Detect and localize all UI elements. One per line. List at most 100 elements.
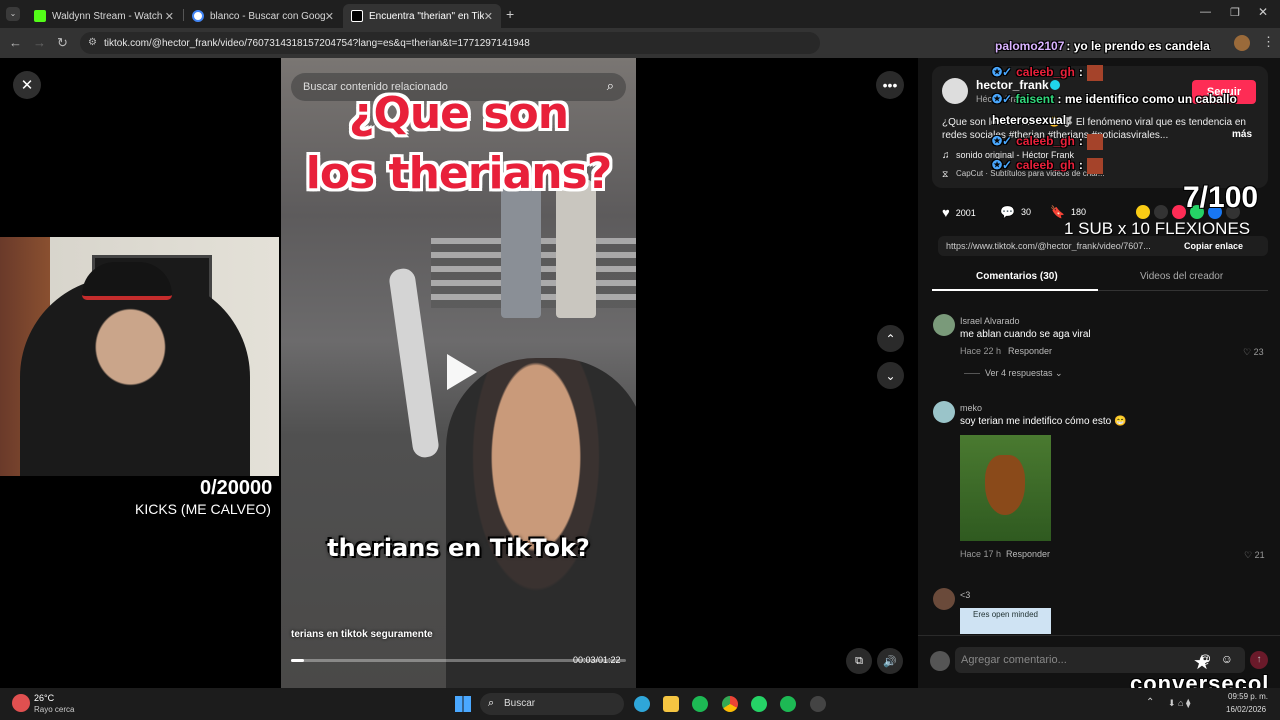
- close-window-icon[interactable]: ✕: [1258, 5, 1268, 19]
- clock-date[interactable]: 16/02/2026: [1226, 705, 1266, 714]
- post-comment-button[interactable]: ↑: [1250, 651, 1268, 669]
- comment-avatar[interactable]: [933, 401, 955, 423]
- edge-icon[interactable]: [634, 696, 650, 712]
- previous-video-button[interactable]: ⌃: [877, 325, 904, 352]
- chat-emote-icon: [1086, 65, 1103, 81]
- bookmark-icon: 🔖: [1050, 205, 1065, 219]
- kick-favicon-icon: [34, 10, 46, 22]
- chat-message: ✪✓ caleeb_gh :: [992, 134, 1103, 150]
- taskbar-search[interactable]: ⌕ Buscar: [480, 693, 624, 715]
- next-video-button[interactable]: ⌄: [877, 362, 904, 389]
- video-title-line-1: ¿Que son: [348, 88, 569, 139]
- comment-user[interactable]: <3: [960, 590, 970, 600]
- url-text: tiktok.com/@hector_frank/video/760731431…: [104, 37, 530, 49]
- reply-button[interactable]: Responder: [1006, 549, 1050, 559]
- comment-like-button[interactable]: ♡ 23: [1243, 347, 1264, 358]
- minimize-icon[interactable]: —: [1200, 6, 1211, 18]
- save-button[interactable]: 🔖 180: [1050, 205, 1086, 219]
- picture-in-picture-button[interactable]: ⧉: [846, 648, 872, 674]
- maximize-icon[interactable]: ❐: [1230, 6, 1240, 19]
- start-windows-icon[interactable]: [455, 696, 471, 712]
- browser-tab-bar: ⌄ Waldynn Stream - Watch Live o ✕ blanco…: [0, 0, 1280, 28]
- spotify-icon[interactable]: [692, 696, 708, 712]
- browser-menu-icon[interactable]: ⋮: [1262, 34, 1275, 50]
- comment-input-divider: [918, 635, 1280, 636]
- tab-close-icon[interactable]: ✕: [325, 10, 334, 23]
- video-player[interactable]: Buscar contenido relacionado ⌕ ¿Que son …: [281, 58, 636, 688]
- profile-avatar[interactable]: [1234, 35, 1250, 51]
- weather-icon[interactable]: [12, 694, 30, 712]
- file-explorer-icon[interactable]: [663, 696, 679, 712]
- play-icon[interactable]: [441, 350, 481, 394]
- comment-text: me ablan cuando se aga viral: [960, 329, 1091, 340]
- forward-arrow-icon[interactable]: →: [33, 35, 46, 50]
- tab-close-icon[interactable]: ✕: [484, 10, 493, 23]
- comment-time: Hace 22 h: [960, 346, 1002, 356]
- tab-google-search[interactable]: blanco - Buscar con Google ✕: [184, 4, 342, 28]
- replies-line: [964, 373, 980, 374]
- repost-icon[interactable]: [1136, 205, 1150, 219]
- share-url-text: https://www.tiktok.com/@hector_frank/vid…: [946, 241, 1151, 251]
- embed-icon[interactable]: [1154, 205, 1168, 219]
- like-count: 2001: [955, 207, 976, 218]
- tray-chevron-icon[interactable]: ⌃: [1146, 697, 1154, 708]
- creator-avatar[interactable]: [942, 78, 968, 104]
- chrome-icon[interactable]: [722, 696, 738, 712]
- webcam-cap: [82, 262, 172, 300]
- emoji-icon[interactable]: ☺: [1221, 652, 1233, 666]
- url-input[interactable]: ⚙ tiktok.com/@hector_frank/video/7607314…: [80, 32, 820, 54]
- comment-user[interactable]: Israel Alvarado: [960, 316, 1020, 326]
- heart-outline-icon: ♡: [1244, 550, 1255, 560]
- comment-user[interactable]: meko: [960, 403, 982, 413]
- chat-text: :: [1078, 134, 1083, 148]
- back-arrow-icon[interactable]: ←: [9, 35, 22, 50]
- comment-input-placeholder: Agregar comentario...: [961, 654, 1067, 666]
- tab-comments[interactable]: Comentarios (30): [976, 271, 1058, 282]
- whatsapp-icon[interactable]: [751, 696, 767, 712]
- comment-avatar[interactable]: [933, 314, 955, 336]
- weather-temp: 26°C: [34, 693, 55, 703]
- like-button[interactable]: ♥ 2001: [942, 205, 976, 220]
- copy-link-button[interactable]: Copiar enlace: [1184, 241, 1243, 251]
- tab-close-icon[interactable]: ✕: [165, 10, 174, 23]
- chat-badges-icon: ✪✓: [992, 158, 1013, 172]
- chat-badges-icon: ✪✓: [992, 134, 1013, 148]
- tray-icons[interactable]: ⬇ ⌂ ⧫: [1168, 698, 1190, 709]
- save-count: 180: [1070, 207, 1086, 217]
- comment-text: soy terian me indetifico cómo esto 😁: [960, 416, 1127, 427]
- close-video-button[interactable]: ✕: [13, 71, 41, 99]
- volume-button[interactable]: 🔊: [877, 648, 903, 674]
- clock-time[interactable]: 09:59 p. m.: [1228, 692, 1268, 701]
- kicks-goal-count: 0/20000: [200, 477, 273, 499]
- obs-icon[interactable]: [810, 696, 826, 712]
- active-tab-indicator: [932, 289, 1098, 291]
- video-caption: terians en tiktok seguramente: [291, 629, 433, 640]
- tab-tiktok-therian[interactable]: Encuentra "therian" en TikTok | É ✕: [343, 4, 501, 28]
- video-time: 00:03/01:22: [573, 655, 621, 665]
- more-options-button[interactable]: •••: [876, 71, 904, 99]
- comment-like-button[interactable]: ♡ 21: [1244, 550, 1265, 561]
- bird-shape: [985, 455, 1025, 515]
- webcam-streamer: [20, 277, 250, 476]
- video-person-silhouette: [501, 178, 541, 318]
- reload-icon[interactable]: ↻: [57, 35, 68, 51]
- tab-list-dropdown-icon[interactable]: ⌄: [6, 7, 20, 21]
- comment-time: Hace 17 h: [960, 549, 1002, 559]
- video-presenter: [446, 358, 636, 688]
- share-link-box: https://www.tiktok.com/@hector_frank/vid…: [938, 236, 1268, 256]
- chat-user: palomo2107: [995, 39, 1065, 53]
- comment-button[interactable]: 💬 30: [1000, 205, 1031, 219]
- comment-sticker[interactable]: Eres open minded: [960, 608, 1051, 634]
- tab-creator-videos[interactable]: Videos del creador: [1140, 271, 1223, 282]
- windows-taskbar: 26°C Rayo cerca ⌕ Buscar ⌃ ⬇ ⌂ ⧫ 09:59 p…: [0, 688, 1280, 720]
- reply-button[interactable]: Responder: [1008, 346, 1052, 356]
- tab-waldynn-stream[interactable]: Waldynn Stream - Watch Live o ✕: [26, 4, 182, 28]
- chat-text: :: [1078, 65, 1083, 79]
- comment-bird-image[interactable]: [960, 435, 1051, 541]
- streamer-webcam: [0, 237, 279, 476]
- new-tab-plus-icon[interactable]: +: [506, 6, 514, 22]
- view-replies-button[interactable]: Ver 4 respuestas ⌄: [985, 368, 1063, 379]
- comment-avatar[interactable]: [933, 588, 955, 610]
- site-info-icon[interactable]: ⚙: [88, 37, 97, 48]
- app-icon[interactable]: [780, 696, 796, 712]
